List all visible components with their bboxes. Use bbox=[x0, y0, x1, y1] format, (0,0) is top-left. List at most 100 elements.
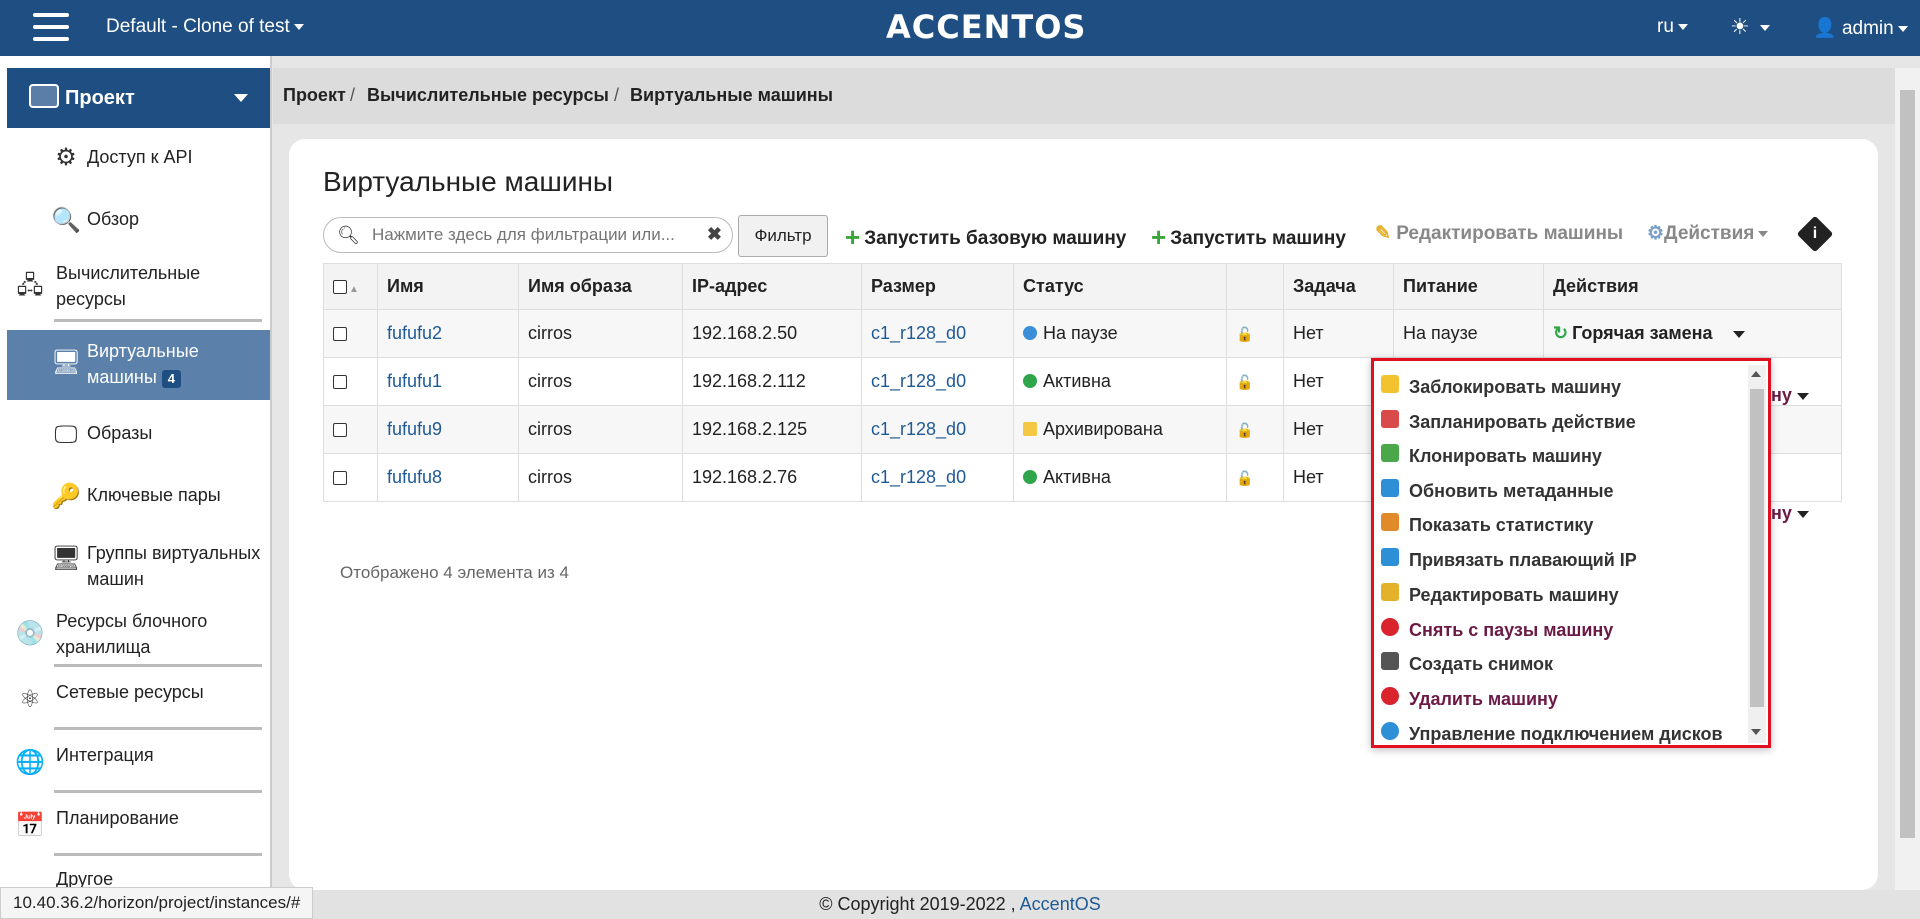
menu-item-associate-floating-ip[interactable]: Привязать плавающий IP bbox=[1379, 543, 1749, 575]
menu-item-delete-instance[interactable]: Удалить машину bbox=[1379, 682, 1749, 714]
launch-base-label: Запустить базовую машину bbox=[864, 228, 1127, 249]
scroll-up-arrow-icon[interactable] bbox=[1751, 371, 1761, 377]
row-checkbox[interactable] bbox=[333, 327, 347, 342]
flavor-link[interactable]: c1_r128_d0 bbox=[871, 467, 966, 487]
menu-item-manage-volume-attachments[interactable]: Управление подключением дисков bbox=[1379, 717, 1749, 745]
sidebar-item-images[interactable]: 🖵 Образы bbox=[7, 412, 270, 460]
column-header-name[interactable]: Имя bbox=[377, 263, 519, 310]
breadcrumb-compute[interactable]: Вычислительные ресурсы bbox=[367, 85, 609, 106]
sidebar-item-label: Обзор bbox=[87, 209, 139, 229]
brand-logo: ACCENTOS bbox=[886, 8, 1087, 46]
pencil-icon: ✎ bbox=[1375, 223, 1391, 244]
column-header-size[interactable]: Размер bbox=[861, 263, 1014, 310]
status-text: Активна bbox=[1043, 371, 1111, 391]
column-header-status[interactable]: Статус bbox=[1013, 263, 1227, 310]
clone-icon bbox=[1381, 444, 1399, 462]
menu-item-label: Удалить машину bbox=[1409, 689, 1558, 709]
sidebar-item-scheduling[interactable]: 📅 Планирование bbox=[7, 799, 270, 847]
page-scrollbar-thumb[interactable] bbox=[1900, 90, 1915, 838]
plus-icon: + bbox=[845, 222, 861, 252]
project-switcher[interactable]: Default - Clone of test bbox=[106, 16, 304, 38]
sidebar-header-project[interactable]: Проект bbox=[7, 68, 270, 128]
edit-instances-button[interactable]: ✎ Редактировать машины bbox=[1375, 222, 1623, 245]
sidebar-item-block-storage[interactable]: 💿 Ресурсы блочного хранилища bbox=[7, 604, 270, 664]
unlock-icon: 🔓 bbox=[1236, 422, 1254, 438]
row-checkbox[interactable] bbox=[333, 375, 347, 390]
sidebar-item-label: Планирование bbox=[56, 808, 179, 828]
row-actions-dropdown-toggle[interactable] bbox=[1797, 393, 1809, 400]
hot-swap-button[interactable]: ↻ Горячая замена bbox=[1553, 323, 1713, 343]
breadcrumb-separator: / bbox=[614, 85, 620, 105]
scroll-down-arrow-icon[interactable] bbox=[1751, 729, 1761, 735]
flavor-link[interactable]: c1_r128_d0 bbox=[871, 371, 966, 391]
breadcrumb-project[interactable]: Проект bbox=[283, 85, 346, 106]
page-scrollbar[interactable] bbox=[1895, 68, 1920, 890]
menu-item-label: Редактировать машину bbox=[1409, 585, 1619, 605]
theme-switcher[interactable]: ☀ bbox=[1730, 14, 1770, 40]
instance-name-link[interactable]: fufufu9 bbox=[387, 419, 442, 439]
sidebar-item-keypairs[interactable]: 🔑 Ключевые пары bbox=[7, 474, 270, 522]
row-actions-dropdown-toggle[interactable] bbox=[1732, 330, 1745, 338]
sidebar-item-compute[interactable]: 🖧 Вычислительные ресурсы bbox=[7, 256, 270, 316]
unlock-icon: 🔓 bbox=[1236, 470, 1254, 486]
page-title: Виртуальные машины bbox=[323, 166, 614, 197]
sidebar-divider bbox=[54, 664, 262, 667]
menu-item-schedule-action[interactable]: Запланировать действие bbox=[1379, 405, 1749, 437]
search-input[interactable] bbox=[372, 225, 692, 245]
menu-toggle-icon[interactable] bbox=[33, 13, 69, 43]
column-header-power[interactable]: Питание bbox=[1393, 263, 1544, 310]
user-menu[interactable]: 👤 admin bbox=[1813, 16, 1908, 40]
menu-item-unpause-instance[interactable]: Снять с паузы машину bbox=[1379, 613, 1749, 645]
menu-item-edit-instance[interactable]: Редактировать машину bbox=[1379, 578, 1749, 610]
pause-status-icon bbox=[1023, 326, 1037, 340]
status-cell: Активна bbox=[1013, 357, 1227, 406]
menu-item-label: Управление подключением дисков bbox=[1409, 724, 1723, 744]
menu-item-lock-instance[interactable]: Заблокировать машину bbox=[1379, 370, 1749, 402]
api-gears-icon: ⚙ bbox=[55, 144, 77, 171]
sidebar-item-overview[interactable]: 🔍 Обзор bbox=[7, 198, 270, 246]
instance-name-link[interactable]: fufufu1 bbox=[387, 371, 442, 391]
menu-item-update-metadata[interactable]: Обновить метаданные bbox=[1379, 474, 1749, 506]
gear-icon: ⚙ bbox=[1647, 223, 1665, 244]
filter-button[interactable]: Фильтр bbox=[738, 215, 828, 257]
info-icon[interactable]: i bbox=[1796, 215, 1834, 253]
row-checkbox[interactable] bbox=[333, 423, 347, 438]
sidebar-item-server-groups[interactable]: 🖥 Группы виртуальных машин bbox=[7, 536, 270, 596]
sidebar-item-label: Ресурсы блочного хранилища bbox=[56, 611, 208, 657]
flavor-link[interactable]: c1_r128_d0 bbox=[871, 323, 966, 343]
launch-base-instance-button[interactable]: + Запустить базовую машину bbox=[845, 222, 1126, 253]
menu-scrollbar-thumb[interactable] bbox=[1750, 389, 1764, 707]
chevron-down-icon bbox=[1897, 25, 1908, 32]
row-actions-menu: Заблокировать машину Запланировать дейст… bbox=[1371, 358, 1771, 748]
instance-name-link[interactable]: fufufu8 bbox=[387, 467, 442, 487]
sidebar-item-integration[interactable]: 🌐 Интеграция bbox=[7, 736, 270, 784]
column-header-ip[interactable]: IP-адрес bbox=[682, 263, 862, 310]
sidebar-divider bbox=[54, 853, 262, 856]
sidebar-item-network[interactable]: ⚛ Сетевые ресурсы bbox=[7, 673, 270, 721]
menu-item-show-stats[interactable]: Показать статистику bbox=[1379, 508, 1749, 540]
sidebar-item-label: Сетевые ресурсы bbox=[56, 682, 204, 702]
column-header-task[interactable]: Задача bbox=[1283, 263, 1394, 310]
language-switcher[interactable]: ru bbox=[1657, 16, 1688, 38]
row-actions-dropdown-toggle[interactable] bbox=[1797, 511, 1809, 518]
instance-name-link[interactable]: fufufu2 bbox=[387, 323, 442, 343]
breadcrumb: Проект / Вычислительные ресурсы / Виртуа… bbox=[273, 68, 1895, 124]
launch-instance-button[interactable]: + Запустить машину bbox=[1151, 222, 1346, 253]
edit-label: Редактировать машины bbox=[1396, 223, 1624, 244]
trash-icon bbox=[1381, 687, 1399, 705]
accentos-link[interactable]: AccentOS bbox=[1020, 894, 1101, 914]
row-checkbox[interactable] bbox=[333, 471, 347, 486]
sort-asc-icon[interactable]: ▲ bbox=[349, 284, 359, 295]
menu-item-create-snapshot[interactable]: Создать снимок bbox=[1379, 647, 1749, 679]
column-header-image[interactable]: Имя образа bbox=[518, 263, 683, 310]
sidebar-item-api-access[interactable]: ⚙ Доступ к API bbox=[7, 136, 270, 184]
actions-dropdown-button[interactable]: ⚙Действия bbox=[1647, 222, 1769, 245]
flavor-link[interactable]: c1_r128_d0 bbox=[871, 419, 966, 439]
sidebar-item-instances[interactable]: 🖥 Виртуальные машины 4 bbox=[7, 330, 270, 400]
sidebar-item-other[interactable]: Другое bbox=[7, 862, 270, 890]
select-all-checkbox[interactable] bbox=[333, 280, 347, 295]
clear-icon[interactable]: ✖ bbox=[707, 224, 722, 245]
user-icon: 👤 bbox=[1813, 18, 1837, 39]
globe-icon: 🌐 bbox=[15, 749, 45, 776]
menu-item-clone-instance[interactable]: Клонировать машину bbox=[1379, 439, 1749, 471]
